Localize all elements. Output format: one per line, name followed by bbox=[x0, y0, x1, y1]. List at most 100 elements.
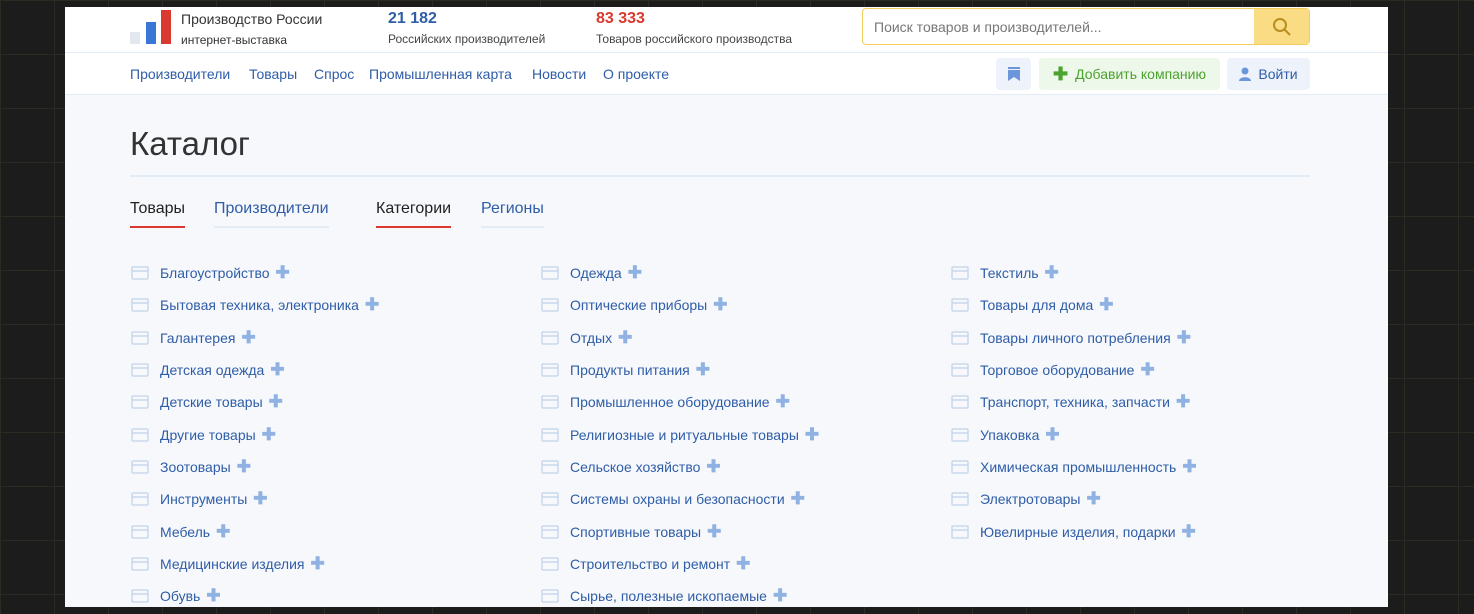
expand-plus-icon[interactable]: ✚ bbox=[276, 263, 290, 283]
brand[interactable]: Производство России интернет-выставка bbox=[181, 11, 322, 47]
tab-categories[interactable]: Категории bbox=[376, 200, 452, 228]
category-item[interactable]: Торговое оборудование ✚ bbox=[950, 354, 1197, 386]
category-label: Детские товары bbox=[160, 394, 263, 411]
category-item[interactable]: Детская одежда ✚ bbox=[130, 354, 379, 386]
expand-plus-icon[interactable]: ✚ bbox=[1086, 489, 1100, 509]
category-label: Галантерея bbox=[160, 329, 236, 346]
category-item[interactable]: Продукты питания ✚ bbox=[540, 354, 819, 386]
category-item[interactable]: Текстиль ✚ bbox=[950, 257, 1197, 289]
expand-plus-icon[interactable]: ✚ bbox=[216, 522, 230, 542]
expand-plus-icon[interactable]: ✚ bbox=[776, 392, 790, 412]
category-item[interactable]: Электротовары ✚ bbox=[950, 483, 1197, 515]
expand-plus-icon[interactable]: ✚ bbox=[1045, 425, 1059, 445]
expand-plus-icon[interactable]: ✚ bbox=[253, 489, 267, 509]
nav-demand[interactable]: Спрос bbox=[314, 66, 354, 82]
category-icon bbox=[131, 460, 149, 474]
tab-regions[interactable]: Регионы bbox=[481, 200, 544, 228]
category-icon bbox=[951, 492, 969, 506]
expand-plus-icon[interactable]: ✚ bbox=[241, 328, 255, 348]
category-item[interactable]: Спортивные товары ✚ bbox=[540, 515, 819, 547]
category-item[interactable]: Религиозные и ритуальные товары ✚ bbox=[540, 418, 819, 450]
category-label: Сырье, полезные ископаемые bbox=[570, 588, 767, 605]
category-label: Химическая промышленность bbox=[980, 458, 1177, 475]
nav-industrial-map[interactable]: Промышленная карта bbox=[369, 66, 512, 82]
category-item[interactable]: Другие товары ✚ bbox=[130, 418, 379, 450]
category-item[interactable]: Бытовая техника, электроника ✚ bbox=[130, 289, 379, 321]
expand-plus-icon[interactable]: ✚ bbox=[707, 522, 721, 542]
bookmarks-button[interactable] bbox=[996, 58, 1031, 90]
category-item[interactable]: Системы охраны и безопасности ✚ bbox=[540, 483, 819, 515]
category-item[interactable]: Оптические приборы ✚ bbox=[540, 289, 819, 321]
expand-plus-icon[interactable]: ✚ bbox=[270, 360, 284, 380]
stat-producers: 21 182 Российских производителей bbox=[388, 10, 545, 46]
category-item[interactable]: Ювелирные изделия, подарки ✚ bbox=[950, 515, 1197, 547]
expand-plus-icon[interactable]: ✚ bbox=[262, 425, 276, 445]
category-item[interactable]: Обувь ✚ bbox=[130, 580, 379, 607]
category-item[interactable]: Товары личного потребления ✚ bbox=[950, 322, 1197, 354]
expand-plus-icon[interactable]: ✚ bbox=[1140, 360, 1154, 380]
expand-plus-icon[interactable]: ✚ bbox=[206, 586, 220, 606]
expand-plus-icon[interactable]: ✚ bbox=[628, 263, 642, 283]
expand-plus-icon[interactable]: ✚ bbox=[1182, 522, 1196, 542]
stat-goods: 83 333 Товаров российского производства bbox=[596, 10, 792, 46]
category-label: Товары для дома bbox=[980, 297, 1094, 314]
expand-plus-icon[interactable]: ✚ bbox=[805, 425, 819, 445]
expand-plus-icon[interactable]: ✚ bbox=[269, 392, 283, 412]
expand-plus-icon[interactable]: ✚ bbox=[791, 489, 805, 509]
category-item[interactable]: Химическая промышленность ✚ bbox=[950, 451, 1197, 483]
category-item[interactable]: Мебель ✚ bbox=[130, 515, 379, 547]
category-item[interactable]: Сырье, полезные ископаемые ✚ bbox=[540, 580, 819, 607]
expand-plus-icon[interactable]: ✚ bbox=[773, 586, 787, 606]
expand-plus-icon[interactable]: ✚ bbox=[706, 457, 720, 477]
category-icon bbox=[131, 266, 149, 280]
login-button[interactable]: Войти bbox=[1227, 58, 1310, 90]
search-button[interactable] bbox=[1254, 9, 1309, 44]
stat-value: 21 182 bbox=[388, 10, 437, 27]
add-company-button[interactable]: ✚ Добавить компанию bbox=[1039, 58, 1220, 90]
category-item[interactable]: Строительство и ремонт ✚ bbox=[540, 548, 819, 580]
category-item[interactable]: Инструменты ✚ bbox=[130, 483, 379, 515]
category-column-2: Одежда ✚ Оптические приборы ✚ Отдых ✚ Продукты… bbox=[540, 257, 819, 607]
expand-plus-icon[interactable]: ✚ bbox=[310, 554, 324, 574]
nav-about[interactable]: О проекте bbox=[603, 66, 669, 82]
expand-plus-icon[interactable]: ✚ bbox=[1177, 328, 1191, 348]
category-item[interactable]: Промышленное оборудование ✚ bbox=[540, 386, 819, 418]
expand-plus-icon[interactable]: ✚ bbox=[618, 328, 632, 348]
nav-goods[interactable]: Товары bbox=[249, 66, 297, 82]
category-item[interactable]: Благоустройство ✚ bbox=[130, 257, 379, 289]
expand-plus-icon[interactable]: ✚ bbox=[1099, 295, 1113, 315]
category-label: Медицинские изделия bbox=[160, 555, 305, 572]
category-label: Спортивные товары bbox=[570, 523, 702, 540]
category-label: Торговое оборудование bbox=[980, 362, 1135, 379]
expand-plus-icon[interactable]: ✚ bbox=[736, 554, 750, 574]
category-item[interactable]: Сельское хозяйство ✚ bbox=[540, 451, 819, 483]
expand-plus-icon[interactable]: ✚ bbox=[713, 295, 727, 315]
category-icon bbox=[951, 363, 969, 377]
search-input[interactable] bbox=[863, 9, 1254, 44]
expand-plus-icon[interactable]: ✚ bbox=[1182, 457, 1196, 477]
expand-plus-icon[interactable]: ✚ bbox=[1176, 392, 1190, 412]
tab-producers[interactable]: Производители bbox=[214, 200, 329, 228]
category-item[interactable]: Отдых ✚ bbox=[540, 322, 819, 354]
category-item[interactable]: Товары для дома ✚ bbox=[950, 289, 1197, 321]
category-item[interactable]: Галантерея ✚ bbox=[130, 322, 379, 354]
category-item[interactable]: Медицинские изделия ✚ bbox=[130, 548, 379, 580]
category-icon bbox=[951, 395, 969, 409]
logo[interactable] bbox=[130, 10, 172, 44]
category-item[interactable]: Упаковка ✚ bbox=[950, 418, 1197, 450]
tab-goods[interactable]: Товары bbox=[130, 200, 186, 228]
category-label: Религиозные и ритуальные товары bbox=[570, 426, 799, 443]
category-icon bbox=[131, 492, 149, 506]
category-item[interactable]: Одежда ✚ bbox=[540, 257, 819, 289]
expand-plus-icon[interactable]: ✚ bbox=[1045, 263, 1059, 283]
category-item[interactable]: Транспорт, техника, запчасти ✚ bbox=[950, 386, 1197, 418]
category-item[interactable]: Детские товары ✚ bbox=[130, 386, 379, 418]
bookmark-icon bbox=[1007, 67, 1020, 81]
nav-producers[interactable]: Производители bbox=[130, 66, 230, 82]
nav-news[interactable]: Новости bbox=[532, 66, 586, 82]
expand-plus-icon[interactable]: ✚ bbox=[696, 360, 710, 380]
category-item[interactable]: Зоотовары ✚ bbox=[130, 451, 379, 483]
expand-plus-icon[interactable]: ✚ bbox=[365, 295, 379, 315]
expand-plus-icon[interactable]: ✚ bbox=[237, 457, 251, 477]
category-label: Другие товары bbox=[160, 426, 256, 443]
